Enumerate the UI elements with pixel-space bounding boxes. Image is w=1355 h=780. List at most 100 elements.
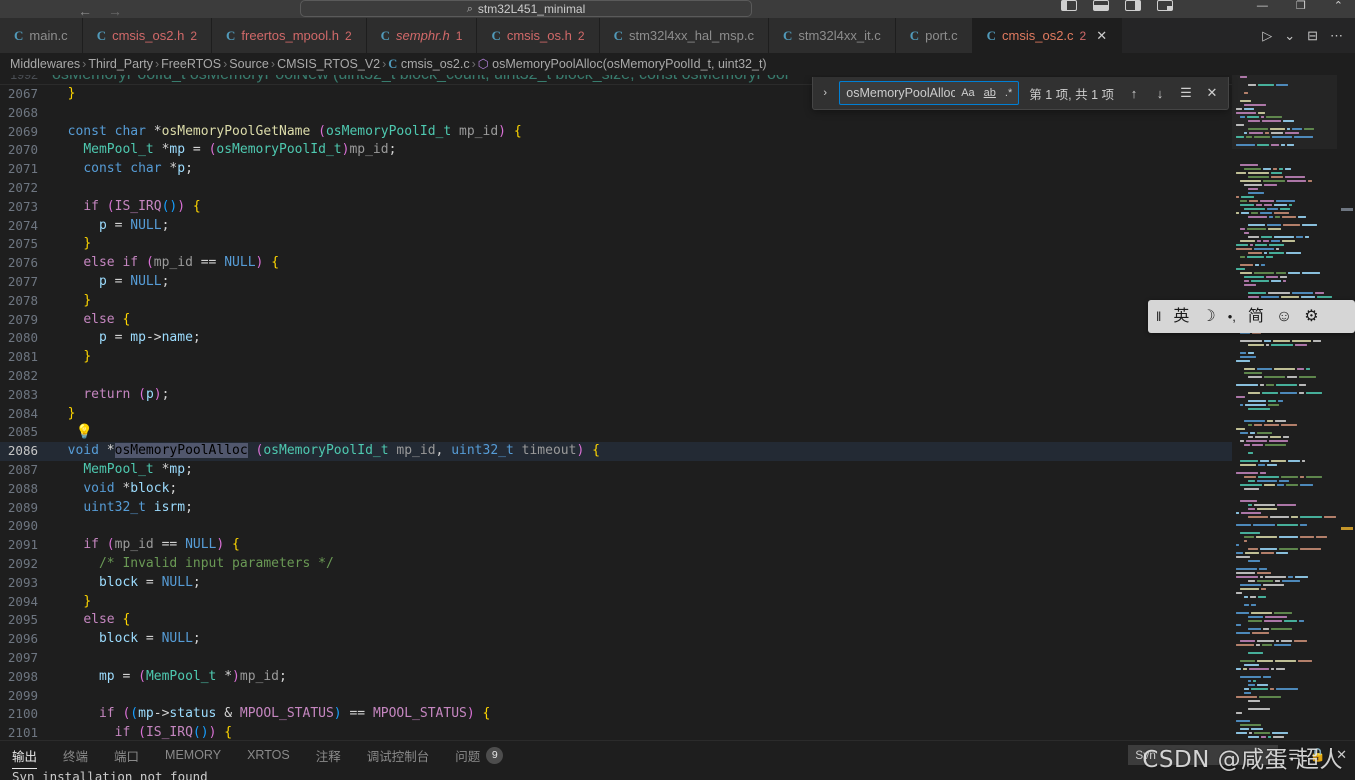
toggle-primary-sidebar-icon[interactable]: [1061, 0, 1077, 11]
editor-tab-cmsis_os2-c[interactable]: Ccmsis_os2.c 2 ✕: [972, 18, 1123, 53]
minimap-token: [1276, 640, 1279, 642]
code-line[interactable]: 2072: [0, 179, 1232, 198]
toggle-secondary-sidebar-icon[interactable]: [1125, 0, 1141, 11]
breadcrumb-segment[interactable]: Source: [229, 57, 269, 71]
panel-tab-终端[interactable]: 终端: [63, 741, 88, 769]
code-line[interactable]: 2089 uint32_t isrm;: [0, 499, 1232, 518]
quick-open-search[interactable]: ⌕ stm32L451_minimal: [300, 0, 752, 17]
code-line[interactable]: 2101 if (IS_IRQ()) {: [0, 724, 1232, 740]
tab-label: cmsis_os.h: [506, 28, 572, 43]
breadcrumb-file[interactable]: cmsis_os2.c: [401, 57, 470, 71]
find-close-icon[interactable]: ✕: [1202, 85, 1222, 101]
window-minimize-icon[interactable]: —: [1257, 0, 1268, 12]
code-line[interactable]: 2082: [0, 367, 1232, 386]
breadcrumb-symbol[interactable]: osMemoryPoolAlloc(osMemoryPoolId_t, uint…: [492, 57, 766, 71]
code-line[interactable]: 2086 void *osMemoryPoolAlloc (osMemoryPo…: [0, 442, 1232, 461]
code-line[interactable]: 2099: [0, 687, 1232, 706]
code-line[interactable]: 2083 return (p);: [0, 386, 1232, 405]
breadcrumb-segment[interactable]: CMSIS_RTOS_V2: [277, 57, 380, 71]
code-line[interactable]: 2095 else {: [0, 611, 1232, 630]
code-line[interactable]: 2084 }: [0, 405, 1232, 424]
code-line[interactable]: 2080 p = mp->name;: [0, 329, 1232, 348]
toggle-replace-icon[interactable]: ›: [817, 87, 833, 99]
code-token: char: [114, 123, 146, 139]
panel-tab-端口[interactable]: 端口: [114, 741, 139, 769]
panel-tab-调试控制台[interactable]: 调试控制台: [367, 741, 430, 769]
find-input-wrapper[interactable]: osMemoryPoolAlloc Aa ab .*: [839, 81, 1020, 105]
toggle-panel-icon[interactable]: [1093, 0, 1109, 11]
code-lines[interactable]: 2067 } 2068 2069 const char *osMemoryPoolG…: [0, 85, 1232, 740]
find-next-icon[interactable]: ↓: [1150, 86, 1170, 101]
editor-tab-port-c[interactable]: Cport.c: [895, 18, 973, 53]
code-line[interactable]: 2094 }: [0, 593, 1232, 612]
code-line[interactable]: 2093 block = NULL;: [0, 574, 1232, 593]
overview-ruler[interactable]: [1337, 75, 1355, 740]
search-icon: ⌕: [466, 3, 473, 15]
whole-word-icon[interactable]: ab: [981, 85, 999, 101]
match-case-icon[interactable]: Aa: [958, 85, 977, 101]
panel-tab-XRTOS[interactable]: XRTOS: [247, 741, 290, 769]
ime-drag-handle-icon[interactable]: ‖: [1156, 308, 1161, 326]
code-line[interactable]: 2081 }: [0, 348, 1232, 367]
code-editor[interactable]: 1992 osMemoryPoolId_t osMemoryPoolNew (u…: [0, 75, 1355, 740]
find-previous-icon[interactable]: ↑: [1124, 86, 1144, 101]
code-line[interactable]: 2097: [0, 649, 1232, 668]
code-line[interactable]: 2069 const char *osMemoryPoolGetName (os…: [0, 123, 1232, 142]
window-more-icon[interactable]: ⌃: [1334, 0, 1343, 12]
run-and-debug-icon[interactable]: ▷: [1262, 29, 1272, 42]
code-line[interactable]: 2096 block = NULL;: [0, 630, 1232, 649]
code-line[interactable]: 2088 void *block;: [0, 480, 1232, 499]
code-line[interactable]: 2073 if (IS_IRQ()) {: [0, 198, 1232, 217]
code-line[interactable]: 2075 }: [0, 235, 1232, 254]
editor-tab-cmsis_os2-h[interactable]: Ccmsis_os2.h 2: [82, 18, 213, 53]
code-line[interactable]: 2074 p = NULL;: [0, 217, 1232, 236]
code-line[interactable]: 2092 /* Invalid input parameters */: [0, 555, 1232, 574]
minimap-token: [1247, 116, 1259, 118]
find-input[interactable]: osMemoryPoolAlloc: [846, 86, 955, 100]
breadcrumb-segment[interactable]: Third_Party: [88, 57, 153, 71]
find-in-selection-icon[interactable]: ☰: [1176, 85, 1196, 101]
find-widget[interactable]: › osMemoryPoolAlloc Aa ab .* 第 1 项, 共 1 …: [812, 77, 1229, 110]
ime-emoji-icon[interactable]: ☺: [1276, 308, 1292, 326]
code-line[interactable]: 2078 }: [0, 292, 1232, 311]
code-line[interactable]: 2071 const char *p;: [0, 160, 1232, 179]
chevron-down-icon[interactable]: ⌄: [1284, 29, 1295, 42]
code-line[interactable]: 2077 p = NULL;: [0, 273, 1232, 292]
code-line[interactable]: 2100 if ((mp->status & MPOOL_STATUS) == …: [0, 705, 1232, 724]
panel-tab-注释[interactable]: 注释: [316, 741, 341, 769]
forward-arrow-icon[interactable]: →: [108, 4, 122, 18]
editor-tab-semphr-h[interactable]: Csemphr.h 1: [366, 18, 478, 53]
ime-language-toggle[interactable]: 英: [1173, 308, 1189, 326]
breadcrumb-segment[interactable]: Middlewares: [10, 57, 80, 71]
window-restore-icon[interactable]: ❐: [1296, 0, 1306, 12]
code-line[interactable]: 2098 mp = (MemPool_t *)mp_id;: [0, 668, 1232, 687]
back-arrow-icon[interactable]: ←: [78, 4, 92, 18]
ime-floating-toolbar[interactable]: ‖ 英 ☽ •, 简 ☺ ⚙: [1148, 300, 1355, 333]
code-line[interactable]: 2091 if (mp_id == NULL) {: [0, 536, 1232, 555]
use-regex-icon[interactable]: .*: [1002, 85, 1015, 101]
editor-tab-main-c[interactable]: Cmain.c: [0, 18, 83, 53]
more-actions-icon[interactable]: ⋯: [1330, 29, 1343, 42]
breadcrumb-segment[interactable]: FreeRTOS: [161, 57, 221, 71]
ime-simplified-toggle[interactable]: 简: [1248, 308, 1264, 326]
minimap[interactable]: [1232, 75, 1337, 740]
tab-close-icon[interactable]: ✕: [1096, 28, 1107, 44]
code-line[interactable]: 2085 💡: [0, 423, 1232, 442]
code-line[interactable]: 2079 else {: [0, 311, 1232, 330]
code-line[interactable]: 2087 MemPool_t *mp;: [0, 461, 1232, 480]
panel-tab-输出[interactable]: 输出: [12, 741, 38, 769]
panel-tab-MEMORY[interactable]: MEMORY: [165, 741, 221, 769]
code-line[interactable]: 2070 MemPool_t *mp = (osMemoryPoolId_t)m…: [0, 141, 1232, 160]
code-line[interactable]: 2076 else if (mp_id == NULL) {: [0, 254, 1232, 273]
ime-settings-gear-icon[interactable]: ⚙: [1304, 308, 1318, 326]
editor-tab-freertos_mpool-h[interactable]: Cfreertos_mpool.h 2: [212, 18, 367, 53]
panel-tab-问题[interactable]: 问题 9: [455, 741, 504, 769]
editor-tab-stm32l4xx_hal_msp-c[interactable]: Cstm32l4xx_hal_msp.c: [599, 18, 769, 53]
editor-tab-cmsis_os-h[interactable]: Ccmsis_os.h 2: [477, 18, 600, 53]
ime-moon-icon[interactable]: ☽: [1201, 308, 1215, 326]
ime-punctuation-toggle[interactable]: •,: [1228, 308, 1236, 326]
code-line[interactable]: 2090: [0, 517, 1232, 536]
customize-layout-icon[interactable]: [1157, 0, 1173, 11]
editor-tab-stm32l4xx_it-c[interactable]: Cstm32l4xx_it.c: [768, 18, 896, 53]
split-editor-down-icon[interactable]: ⊟: [1307, 29, 1318, 42]
